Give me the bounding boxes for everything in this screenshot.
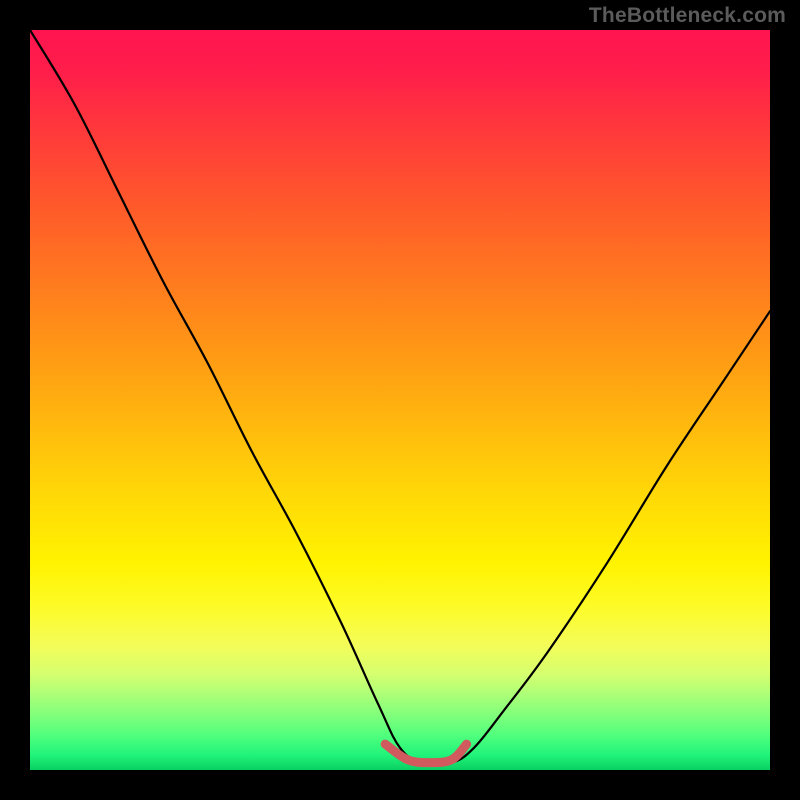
watermark-text: TheBottleneck.com [589,4,786,28]
valley-highlight-path [385,744,466,763]
bottleneck-curve-path [30,30,770,765]
plot-area [30,30,770,770]
curve-svg [30,30,770,770]
chart-stage: TheBottleneck.com [0,0,800,800]
